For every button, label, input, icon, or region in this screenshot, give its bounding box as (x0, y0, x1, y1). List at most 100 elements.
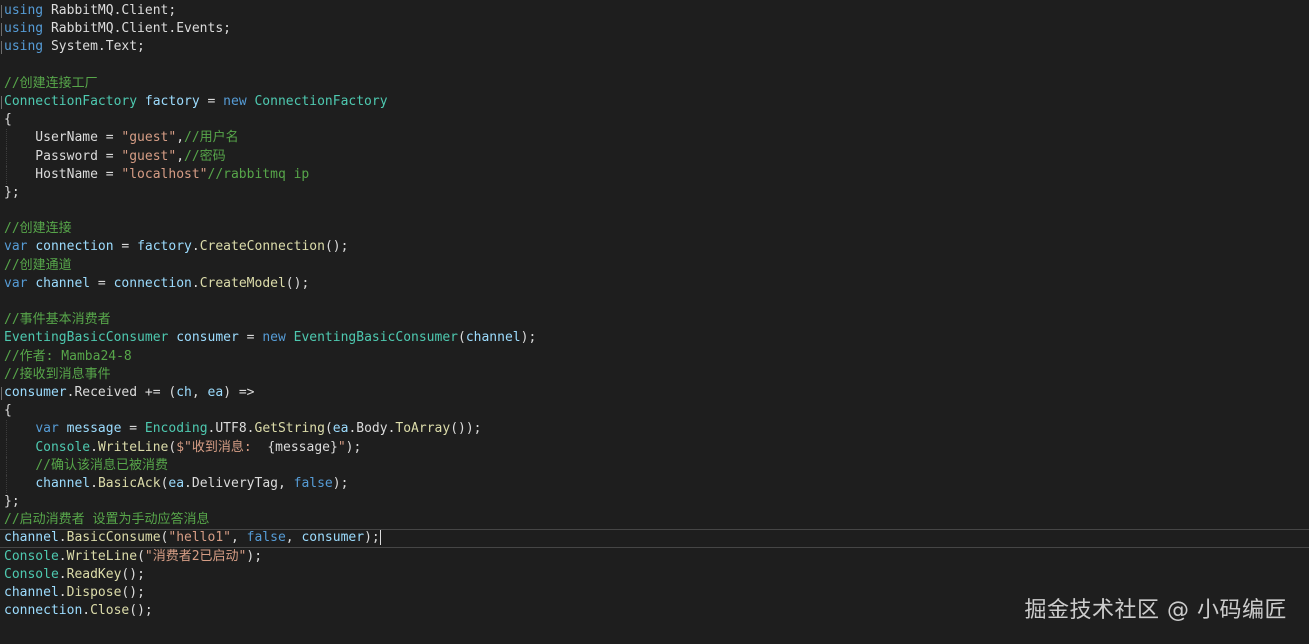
code-line[interactable]: var message = Encoding.UTF8.GetString(ea… (0, 420, 1309, 439)
code-line[interactable]: Console.WriteLine("消费者2已启动"); (0, 548, 1309, 566)
code-token: channel (4, 585, 59, 600)
code-token: //事件基本消费者 (4, 312, 111, 328)
margin-marker (1, 23, 2, 37)
indent-guide (6, 165, 8, 184)
code-token: Password = (4, 148, 122, 164)
code-line[interactable]: using RabbitMQ.Client.Events; (0, 20, 1309, 38)
code-line[interactable]: channel.BasicAck(ea.DeliveryTag, false); (0, 474, 1309, 494)
code-line[interactable]: //事件基本消费者 (0, 311, 1309, 329)
code-token: "guest" (121, 130, 177, 146)
indent-guide (6, 147, 8, 166)
code-token: false (246, 530, 286, 546)
code-token: , (191, 384, 208, 400)
code-token: HostName = (4, 166, 122, 182)
code-token: (); (285, 275, 310, 291)
code-line[interactable]: { (0, 111, 1309, 129)
code-token: . (58, 585, 67, 600)
code-token: . (90, 439, 98, 455)
code-token: . (58, 530, 67, 546)
code-token: ) => (223, 384, 255, 400)
code-line[interactable]: using RabbitMQ.Client; (0, 2, 1309, 20)
code-token: ReadKey (66, 566, 122, 582)
code-token: consumer (176, 330, 239, 346)
watermark: 掘金技术社区 @ 小码编匠 (1024, 598, 1287, 623)
code-token: //创建连接 (4, 221, 72, 237)
code-token: . (90, 475, 98, 491)
indent-guide (6, 129, 8, 148)
code-token: RabbitMQ.Client.Events; (43, 21, 231, 37)
code-token: Console (35, 439, 91, 455)
code-token: BasicConsume (66, 530, 161, 546)
code-line[interactable]: //接收到消息事件 (0, 366, 1309, 384)
code-token: "消费者2已启动" (144, 548, 247, 564)
code-token: CreateModel (199, 275, 286, 291)
code-token: (); (121, 585, 145, 600)
code-line[interactable]: ConnectionFactory factory = new Connecti… (0, 93, 1309, 111)
code-token: false (293, 475, 333, 491)
indent-guide (6, 438, 8, 457)
code-line[interactable] (0, 293, 1309, 311)
code-token: , (176, 130, 185, 146)
code-token: using (4, 21, 44, 37)
code-line[interactable]: using System.Text; (0, 38, 1309, 56)
code-line[interactable]: //创建连接 (0, 220, 1309, 238)
indent-guide (6, 420, 8, 439)
code-token: , (285, 530, 302, 546)
code-line[interactable]: }; (0, 184, 1309, 202)
code-token: //启动消费者 设置为手动应答消息 (4, 512, 210, 528)
code-line[interactable]: Console.ReadKey(); (0, 566, 1309, 584)
code-token: . (191, 239, 200, 255)
code-line[interactable]: //启动消费者 设置为手动应答消息 (0, 511, 1309, 529)
code-token: Received (74, 384, 138, 400)
code-line[interactable]: //创建通道 (0, 257, 1309, 275)
code-token: = (199, 93, 224, 109)
margin-marker (1, 386, 2, 400)
code-token: Dispose (66, 585, 122, 600)
code-token: //密码 (184, 148, 226, 164)
code-line[interactable]: HostName = "localhost"//rabbitmq ip (0, 165, 1309, 184)
code-line[interactable]: var channel = connection.CreateModel(); (0, 275, 1309, 293)
code-line[interactable]: }; (0, 493, 1309, 511)
code-line[interactable]: var connection = factory.CreateConnectio… (0, 238, 1309, 256)
code-token: BasicAck (97, 475, 161, 491)
code-line[interactable] (0, 202, 1309, 220)
code-line[interactable]: //确认该消息已被消费 (0, 456, 1309, 475)
code-line[interactable]: //创建连接工厂 (0, 75, 1309, 93)
code-token: (); (324, 239, 349, 255)
code-area[interactable]: using RabbitMQ.Client; using RabbitMQ.Cli… (0, 2, 1309, 620)
code-line[interactable]: UserName = "guest",//用户名 (0, 129, 1309, 148)
code-token: //用户名 (184, 130, 239, 146)
margin-marker (1, 95, 2, 109)
code-token: connection (4, 603, 83, 619)
code-token: .UTF8. (207, 421, 255, 437)
code-token: new (262, 330, 286, 346)
code-token: , (231, 530, 247, 546)
code-token: { (4, 403, 12, 419)
code-token: channel (35, 475, 91, 491)
code-token: = (113, 239, 138, 255)
code-token: connection (35, 239, 114, 255)
code-token: UserName = (4, 130, 122, 146)
code-line[interactable]: Password = "guest",//密码 (0, 147, 1309, 166)
code-token: "localhost" (121, 166, 208, 182)
code-editor[interactable]: using RabbitMQ.Client; using RabbitMQ.Cli… (0, 0, 1309, 644)
code-token: factory (144, 93, 200, 109)
code-line[interactable]: Console.WriteLine($"收到消息: {message}"); (0, 438, 1309, 457)
code-token: , (176, 148, 185, 164)
code-line[interactable] (0, 57, 1309, 75)
code-token: factory (137, 239, 192, 255)
code-line[interactable]: { (0, 402, 1309, 420)
code-line[interactable]: EventingBasicConsumer consumer = new Eve… (0, 329, 1309, 347)
margin-marker (1, 5, 2, 18)
code-line[interactable]: //作者: Mamba24-8 (0, 348, 1309, 366)
code-token: var (4, 275, 28, 291)
code-line[interactable]: consumer.Received += (ch, ea) => (0, 384, 1309, 402)
code-token: ea (168, 475, 185, 491)
current-code-line[interactable]: channel.BasicConsume("hello1", false, co… (0, 529, 1309, 548)
code-token: ); (332, 475, 349, 491)
code-token: channel (35, 275, 91, 291)
